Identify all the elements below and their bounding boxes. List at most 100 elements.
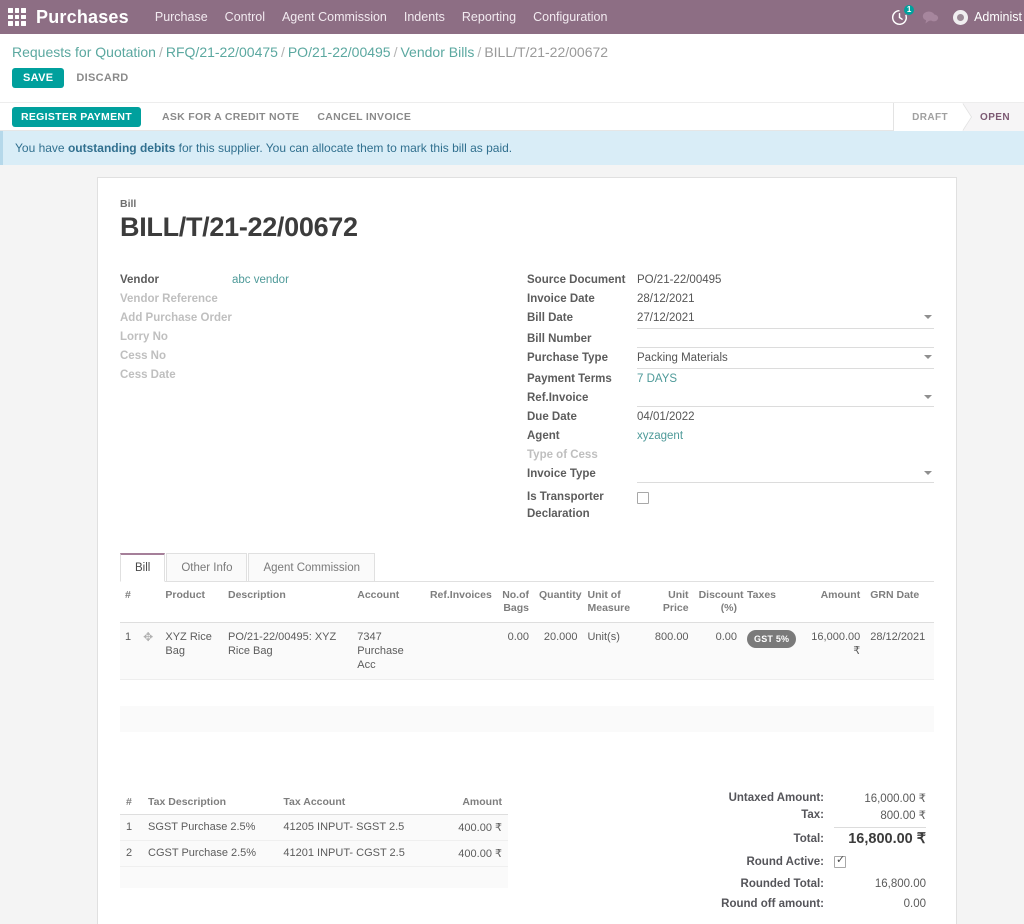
menu-item-agent-commission[interactable]: Agent Commission <box>282 10 387 24</box>
label-round-active: Round Active: <box>746 855 824 868</box>
apps-grid-icon[interactable] <box>8 8 26 26</box>
register-payment-button[interactable]: REGISTER PAYMENT <box>12 106 141 127</box>
field-value-payment-terms[interactable]: 7 DAYS <box>637 369 934 388</box>
col-description: Description <box>222 582 353 623</box>
ref-invoice-select[interactable] <box>637 388 934 407</box>
menu-item-purchase[interactable]: Purchase <box>155 10 208 24</box>
label-tax: Tax: <box>801 809 824 821</box>
field-value-agent[interactable]: xyzagent <box>637 426 934 445</box>
tax-empty-row <box>120 866 508 888</box>
table-row[interactable]: 1 SGST Purchase 2.5% 41205 INPUT- SGST 2… <box>120 814 508 841</box>
empty-line-row[interactable] <box>120 705 934 732</box>
activity-clock-icon[interactable]: 1 <box>891 4 915 26</box>
field-value-cess-date[interactable] <box>232 365 527 367</box>
purchase-type-select[interactable]: Packing Materials <box>637 348 934 369</box>
empty-line-row[interactable] <box>120 679 934 706</box>
cell-grn-date[interactable]: 28/12/2021 <box>865 622 934 680</box>
field-label-invoice-type: Invoice Type <box>527 468 596 480</box>
cancel-invoice-button[interactable]: CANCEL INVOICE <box>308 107 420 127</box>
save-button[interactable]: SAVE <box>12 68 65 88</box>
user-avatar-icon <box>953 9 969 25</box>
col-discount: Discount (%) <box>693 582 743 623</box>
discard-button[interactable]: DISCARD <box>74 68 130 88</box>
chevron-down-icon[interactable] <box>924 395 932 399</box>
cell-unit-price[interactable]: 800.00 <box>639 622 694 680</box>
status-bar: DRAFT OPEN <box>893 103 1024 131</box>
round-active-checkbox[interactable] <box>834 853 846 868</box>
breadcrumb-item-vendor-bills[interactable]: Vendor Bills <box>400 44 474 60</box>
field-payment-terms: Payment Terms 7 DAYS <box>527 369 934 388</box>
field-ref-invoice: Ref.Invoice <box>527 388 934 407</box>
cell-product[interactable]: XYZ Rice Bag <box>160 622 223 680</box>
field-label-bill-date: Bill Date <box>527 312 574 324</box>
cell-unit-of-measure[interactable]: Unit(s) <box>582 622 640 680</box>
field-value-cess-no[interactable] <box>232 346 527 348</box>
chevron-down-icon[interactable] <box>924 355 932 359</box>
is-transporter-declaration-checkbox[interactable] <box>637 492 649 504</box>
field-label-ref-invoice: Ref.Invoice <box>527 392 589 404</box>
chevron-down-icon[interactable] <box>924 471 932 475</box>
field-value-source-document: PO/21-22/00495 <box>637 274 722 286</box>
notebook: Bill Other Info Agent Commission # Produ… <box>120 553 934 732</box>
table-row[interactable]: 1 ✥ XYZ Rice Bag PO/21-22/00495: XYZ Ric… <box>120 622 934 680</box>
round-active-row: Round Active: <box>684 853 926 871</box>
field-type-of-cess: Type of Cess <box>527 445 934 464</box>
tab-bill[interactable]: Bill <box>120 553 166 582</box>
breadcrumb-separator: / <box>280 44 285 60</box>
chevron-down-icon[interactable] <box>924 315 932 319</box>
menu-item-configuration[interactable]: Configuration <box>533 10 607 24</box>
cell-quantity[interactable]: 20.000 <box>534 622 583 680</box>
breadcrumb-item-po[interactable]: PO/21-22/00495 <box>288 44 391 60</box>
tax-col-account: Tax Account <box>277 789 428 815</box>
status-badge[interactable]: GST 5% <box>747 630 797 648</box>
status-draft[interactable]: DRAFT <box>894 103 972 131</box>
page-title: BILL/T/21-22/00672 <box>120 212 358 242</box>
cell-discount[interactable]: 0.00 <box>693 622 743 680</box>
cell-amount: 16,000.00 ₹ <box>796 622 866 680</box>
breadcrumb-item-current: BILL/T/21-22/00672 <box>484 44 609 60</box>
record-edit-buttons: SAVE DISCARD <box>12 68 1012 88</box>
tax-cell-amount: 400.00 ₹ <box>427 840 508 867</box>
breadcrumb-item-rfq[interactable]: RFQ/21-22/00475 <box>166 44 278 60</box>
field-value-invoice-date: 28/12/2021 <box>637 293 695 305</box>
col-quantity: Quantity <box>534 582 583 623</box>
tab-agent-commission[interactable]: Agent Commission <box>248 553 375 581</box>
field-label-type-of-cess: Type of Cess <box>527 449 598 461</box>
ask-for-credit-note-button[interactable]: ASK FOR A CREDIT NOTE <box>153 107 308 127</box>
tax-breakdown-table: # Tax Description Tax Account Amount 1 S… <box>120 789 508 888</box>
tab-other-info[interactable]: Other Info <box>166 553 248 581</box>
navbar-right-tools: 1 Administ <box>891 0 1024 34</box>
messages-icon[interactable] <box>922 10 939 25</box>
drag-handle-icon[interactable]: ✥ <box>143 630 153 644</box>
app-brand-title[interactable]: Purchases <box>36 7 129 28</box>
cell-no-of-bags[interactable]: 0.00 <box>495 622 535 680</box>
cell-account[interactable]: 7347 Purchase Acc <box>352 622 425 680</box>
field-value-vendor[interactable]: abc vendor <box>232 270 527 289</box>
breadcrumb-item-rfq-list[interactable]: Requests for Quotation <box>12 44 156 60</box>
field-label-source-document: Source Document <box>527 274 626 286</box>
user-menu[interactable]: Administ <box>953 9 1022 25</box>
col-unit-of-measure: Unit of Measure <box>582 582 640 623</box>
outstanding-debits-alert: You have outstanding debits for this sup… <box>0 131 1024 165</box>
breadcrumb: Requests for Quotation / RFQ/21-22/00475/P… <box>12 42 832 63</box>
form-sheet: Bill BILL/T/21-22/00672 Vendor abc vendo… <box>97 177 957 924</box>
field-value-add-purchase-order[interactable] <box>232 308 527 310</box>
field-vendor-reference: Vendor Reference <box>120 289 527 308</box>
col-grn-date: GRN Date <box>865 582 934 623</box>
cell-description[interactable]: PO/21-22/00495: XYZ Rice Bag <box>222 622 353 680</box>
menu-item-control[interactable]: Control <box>225 10 265 24</box>
total-tax: Tax: 800.00 ₹ <box>684 807 926 824</box>
menu-item-reporting[interactable]: Reporting <box>462 10 516 24</box>
bill-date-input[interactable]: 27/12/2021 <box>637 308 934 329</box>
field-label-cess-no: Cess No <box>120 350 167 362</box>
field-value-lorry-no[interactable] <box>232 327 527 329</box>
field-bill-number: Bill Number <box>527 329 934 348</box>
bill-number-input[interactable] <box>637 329 934 348</box>
cell-ref-invoices[interactable] <box>424 622 496 680</box>
breadcrumb-separator: / <box>477 44 482 60</box>
field-value-vendor-reference[interactable] <box>232 289 527 291</box>
menu-item-indents[interactable]: Indents <box>404 10 445 24</box>
table-row[interactable]: 2 CGST Purchase 2.5% 41201 INPUT- CGST 2… <box>120 840 508 867</box>
field-label-vendor: Vendor <box>120 274 159 286</box>
invoice-type-select[interactable] <box>637 464 934 483</box>
